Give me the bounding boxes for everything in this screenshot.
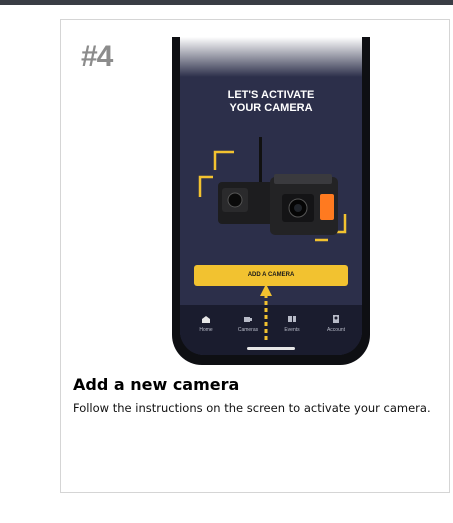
- top-bar: [0, 0, 453, 5]
- camera-illustration: [198, 137, 347, 242]
- nav-home[interactable]: Home: [186, 315, 226, 333]
- step-number: #4: [81, 40, 113, 73]
- step-description: Follow the instructions on the screen to…: [73, 401, 431, 415]
- home-indicator: [247, 347, 295, 350]
- nav-events[interactable]: Events: [272, 315, 312, 333]
- step-card: #4 LET'S ACTIVATE YOUR CAMERA ADD A CAME…: [60, 19, 450, 493]
- home-icon: [202, 316, 210, 323]
- events-icon: [288, 316, 296, 322]
- account-icon: [333, 315, 339, 323]
- arrow-up-icon: [260, 284, 272, 340]
- step-title: Add a new camera: [73, 375, 240, 394]
- nav-account[interactable]: Account: [316, 315, 356, 333]
- screen-headline: LET'S ACTIVATE YOUR CAMERA: [227, 89, 315, 114]
- cameras-icon: [244, 317, 252, 322]
